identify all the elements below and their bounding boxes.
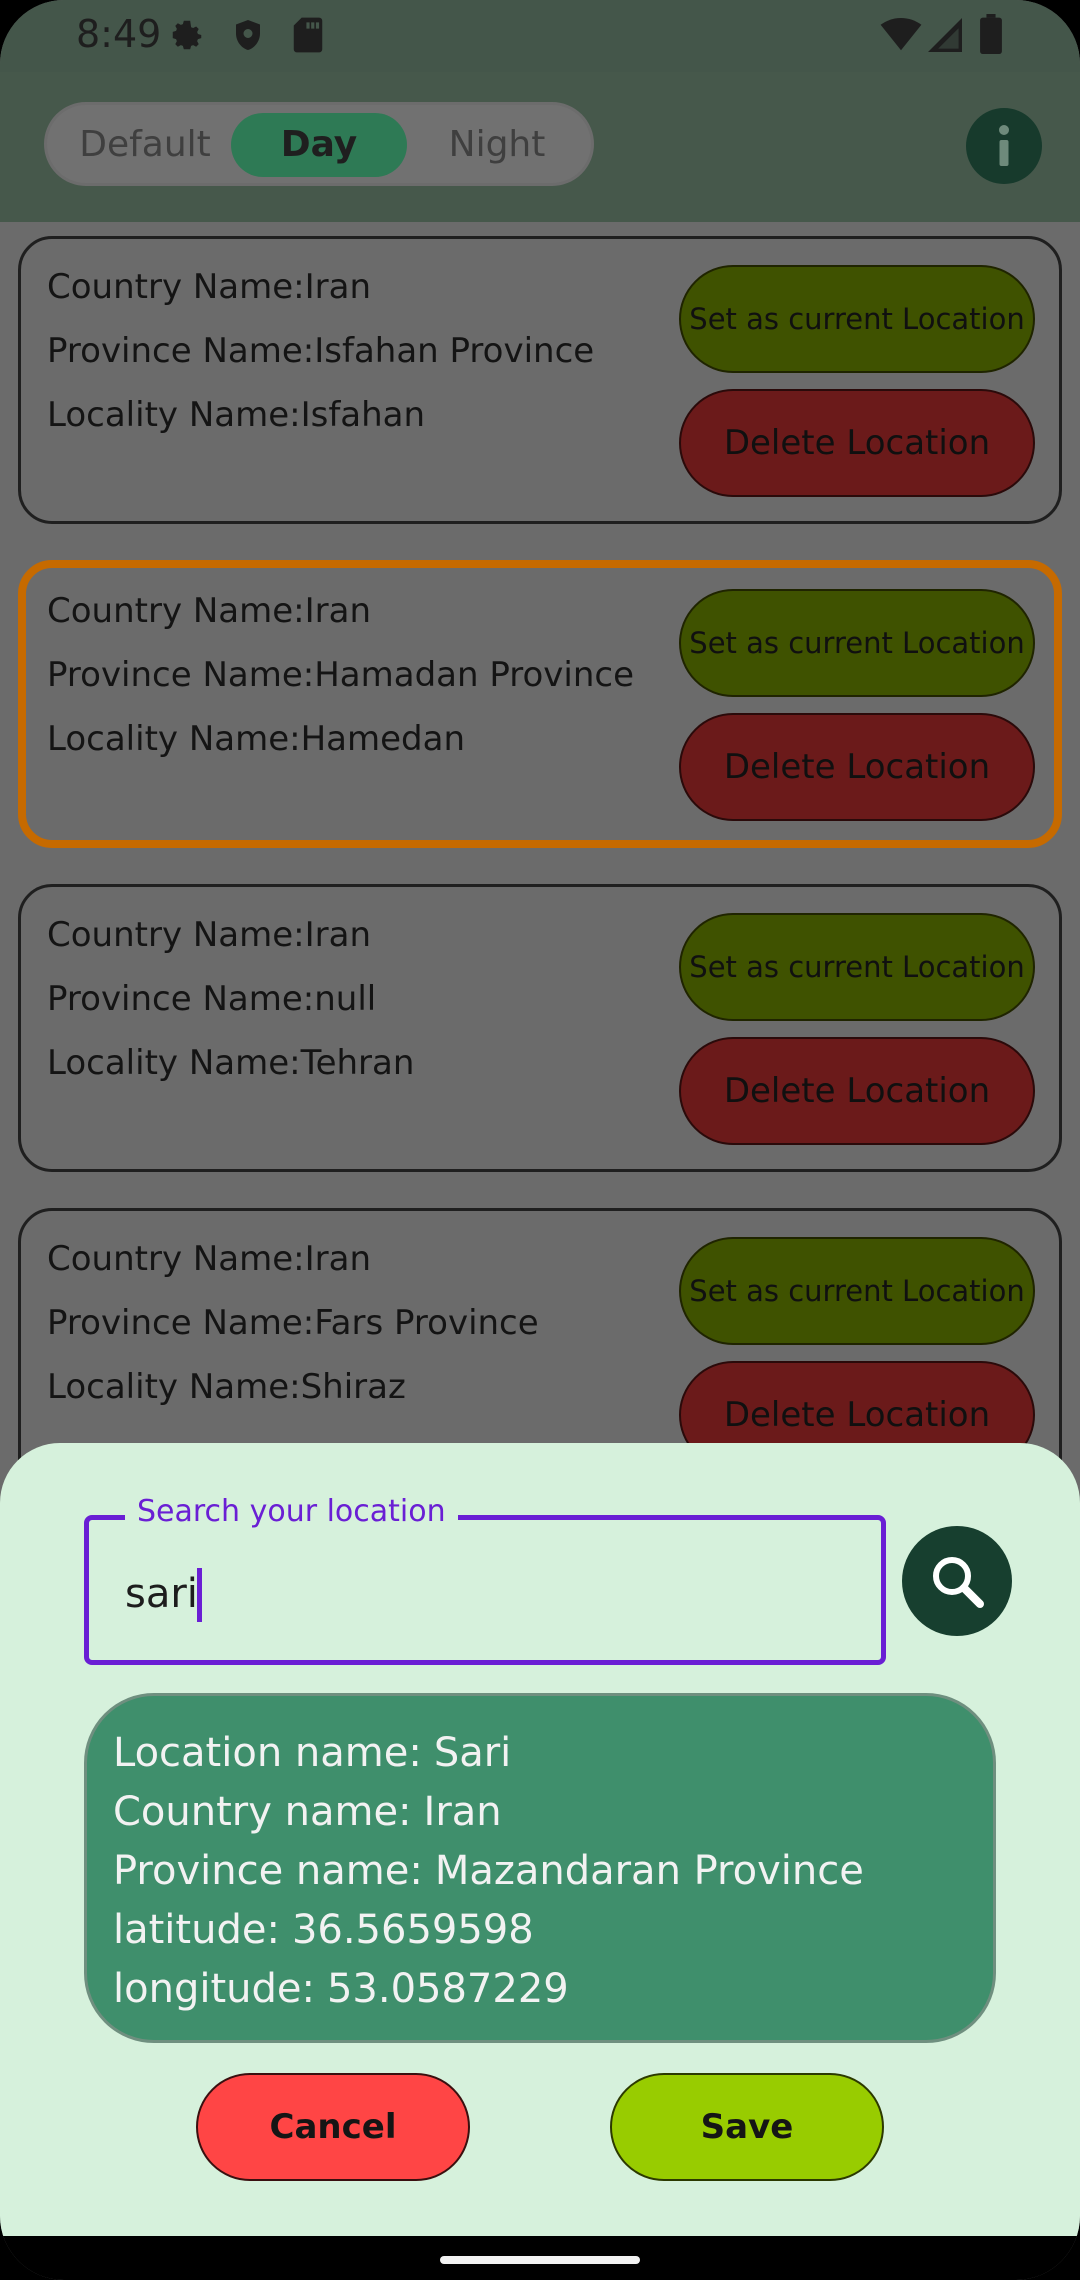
signal-icon bbox=[928, 18, 962, 56]
shield-icon bbox=[230, 16, 266, 58]
app-bar: Default Day Night bbox=[0, 72, 1080, 222]
result-value: 36.5659598 bbox=[291, 1907, 534, 1953]
province-name: Province Name:Hamadan Province bbox=[47, 655, 635, 695]
search-button[interactable] bbox=[902, 1526, 1012, 1636]
locality-name: Locality Name:Shiraz bbox=[47, 1367, 406, 1407]
country-name: Country Name:Iran bbox=[47, 1239, 372, 1279]
theme-option-night[interactable]: Night bbox=[407, 113, 587, 177]
result-key: longitude: bbox=[113, 1966, 315, 2012]
set-current-location-button[interactable]: Set as current Location bbox=[679, 265, 1035, 373]
set-current-location-button[interactable]: Set as current Location bbox=[679, 589, 1035, 697]
info-icon bbox=[999, 125, 1009, 166]
result-key: latitude: bbox=[113, 1907, 280, 1953]
battery-icon bbox=[980, 14, 1002, 58]
result-value: Mazandaran Province bbox=[434, 1848, 864, 1894]
status-time: 8:49 bbox=[76, 12, 162, 56]
result-key: Location name: bbox=[113, 1730, 422, 1776]
result-value: Iran bbox=[423, 1789, 502, 1835]
location-card: Country Name:Iran Province Name:Isfahan … bbox=[18, 236, 1062, 524]
add-location-sheet: Search your location Location name:Sari … bbox=[0, 1443, 1080, 2236]
text-cursor bbox=[197, 1568, 202, 1622]
delete-location-button[interactable]: Delete Location bbox=[679, 389, 1035, 497]
result-province-name: Province name: Mazandaran Province bbox=[113, 1842, 967, 1901]
province-name: Province Name:Fars Province bbox=[47, 1303, 539, 1343]
set-current-location-button[interactable]: Set as current Location bbox=[679, 913, 1035, 1021]
theme-option-default[interactable]: Default bbox=[55, 113, 235, 177]
theme-option-day[interactable]: Day bbox=[231, 113, 407, 177]
status-bar: 8:49 bbox=[0, 0, 1080, 72]
info-button[interactable] bbox=[966, 108, 1042, 184]
country-name: Country Name:Iran bbox=[47, 915, 372, 955]
search-input[interactable] bbox=[125, 1566, 845, 1622]
delete-location-button[interactable]: Delete Location bbox=[679, 713, 1035, 821]
result-longitude: longitude: 53.0587229 bbox=[113, 1960, 967, 2019]
save-button[interactable]: Save bbox=[610, 2073, 884, 2181]
locality-name: Locality Name:Tehran bbox=[47, 1043, 415, 1083]
screen: 8:49 Default Day Night Country Name:Iran… bbox=[0, 0, 1080, 2280]
location-card-selected: Country Name:Iran Province Name:Hamadan … bbox=[18, 560, 1062, 848]
result-value: Sari bbox=[433, 1730, 512, 1776]
search-field[interactable]: Search your location bbox=[84, 1494, 886, 1665]
delete-location-button[interactable]: Delete Location bbox=[679, 1037, 1035, 1145]
navigation-bar bbox=[0, 2236, 1080, 2280]
search-result-card[interactable]: Location name: Sari Country name: Iran Pro… bbox=[84, 1693, 996, 2043]
location-card: Country Name:Iran Province Name:null Loc… bbox=[18, 884, 1062, 1172]
result-key: Country name: bbox=[113, 1789, 412, 1835]
locality-name: Locality Name:Isfahan bbox=[47, 395, 426, 435]
result-key: Province name: bbox=[113, 1848, 423, 1894]
province-name: Province Name:null bbox=[47, 979, 377, 1019]
gear-icon bbox=[168, 16, 206, 58]
result-country-name: Country name: Iran bbox=[113, 1783, 967, 1842]
cancel-button[interactable]: Cancel bbox=[196, 2073, 470, 2181]
set-current-location-button[interactable]: Set as current Location bbox=[679, 1237, 1035, 1345]
result-value: 53.0587229 bbox=[326, 1966, 569, 2012]
result-latitude: latitude: 36.5659598 bbox=[113, 1901, 967, 1960]
home-handle[interactable] bbox=[440, 2256, 640, 2264]
wifi-icon bbox=[880, 18, 922, 56]
sd-card-icon bbox=[292, 16, 324, 58]
country-name: Country Name:Iran bbox=[47, 267, 372, 307]
result-location-name: Location name: Sari bbox=[113, 1724, 967, 1783]
locality-name: Locality Name:Hamedan bbox=[47, 719, 465, 759]
country-name: Country Name:Iran bbox=[47, 591, 372, 631]
theme-toggle: Default Day Night bbox=[44, 102, 594, 186]
province-name: Province Name:Isfahan Province bbox=[47, 331, 595, 371]
search-field-label: Search your location bbox=[125, 1494, 458, 1529]
search-icon bbox=[933, 1557, 984, 1608]
